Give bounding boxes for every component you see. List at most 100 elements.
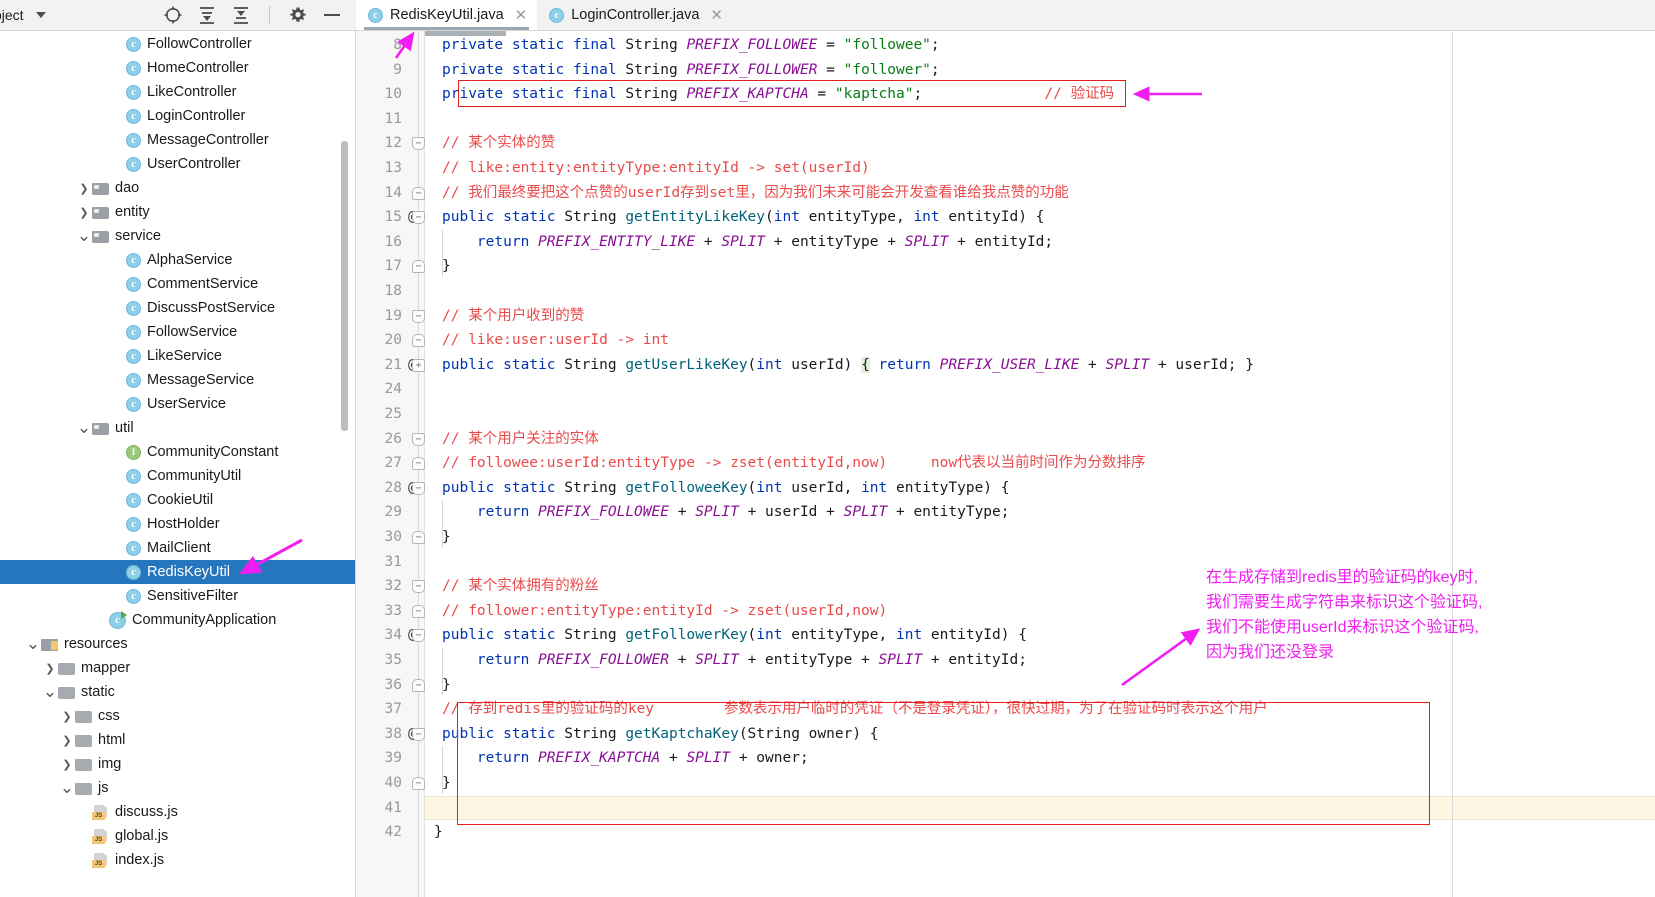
tree-item-css[interactable]: ❯ css <box>0 704 355 728</box>
fold-collapse-icon[interactable]: − <box>412 604 425 618</box>
code-line[interactable]: 40−} <box>356 771 1655 796</box>
tree-item-alphaservice[interactable]: c AlphaService <box>0 248 355 272</box>
tree-item-userservice[interactable]: c UserService <box>0 392 355 416</box>
code-line[interactable]: 8 private static final String PREFIX_FOLL… <box>356 33 1655 58</box>
project-tree-panel[interactable]: c FollowController c HomeController c LikeCon… <box>0 31 356 897</box>
tree-item-commentservice[interactable]: c CommentService <box>0 272 355 296</box>
fold-collapse-icon[interactable]: − <box>412 678 425 692</box>
fold-collapse-icon[interactable]: − <box>412 457 425 471</box>
chevron-down-icon[interactable]: ⌄ <box>76 419 92 436</box>
fold-collapse-icon[interactable]: − <box>412 727 425 741</box>
code-line[interactable]: 31 <box>356 550 1655 575</box>
project-tree[interactable]: c FollowController c HomeController c LikeCon… <box>0 31 355 872</box>
code-line[interactable]: 38@−public static String getKaptchaKey(S… <box>356 722 1655 747</box>
tree-item-followcontroller[interactable]: c FollowController <box>0 32 355 56</box>
tree-item-discusspostservice[interactable]: c DiscussPostService <box>0 296 355 320</box>
tree-item-cookieutil[interactable]: c CookieUtil <box>0 488 355 512</box>
code-line[interactable]: 15@−public static String getEntityLikeKe… <box>356 205 1655 230</box>
close-icon[interactable]: ✕ <box>710 8 723 23</box>
gear-icon[interactable] <box>288 5 308 25</box>
tree-item-communityconstant[interactable]: I CommunityConstant <box>0 440 355 464</box>
collapse-all-icon[interactable] <box>231 5 251 25</box>
minimize-icon[interactable] <box>324 14 340 16</box>
tree-item-entity[interactable]: ❯ entity <box>0 200 355 224</box>
code-line[interactable]: 20− // like:user:userId -> int <box>356 328 1655 353</box>
expand-all-icon[interactable] <box>197 5 217 25</box>
fold-collapse-icon[interactable]: − <box>412 531 425 544</box>
tree-item-messageservice[interactable]: c MessageService <box>0 368 355 392</box>
code-line[interactable]: 35 return PREFIX_FOLLOWER + SPLIT + enti… <box>356 648 1655 673</box>
tree-item-img[interactable]: ❯ img <box>0 752 355 776</box>
editor-code-area[interactable]: 8 private static final String PREFIX_FOLL… <box>356 31 1655 897</box>
editor-tab-LoginController[interactable]: c LoginController.java ✕ <box>537 0 733 30</box>
tree-item-homecontroller[interactable]: c HomeController <box>0 56 355 80</box>
tree-item-service[interactable]: ⌄ service <box>0 224 355 248</box>
tree-item-usercontroller[interactable]: c UserController <box>0 152 355 176</box>
code-line[interactable]: 28@−public static String getFolloweeKey(… <box>356 476 1655 501</box>
tree-item-html[interactable]: ❯ html <box>0 728 355 752</box>
code-line[interactable]: 18 <box>356 279 1655 304</box>
code-line[interactable]: 24 <box>356 377 1655 402</box>
code-line[interactable]: 39 return PREFIX_KAPTCHA + SPLIT + owner… <box>356 746 1655 771</box>
code-line[interactable]: 9 private static final String PREFIX_FOLL… <box>356 58 1655 83</box>
code-editor[interactable]: 8 private static final String PREFIX_FOLL… <box>356 31 1655 897</box>
tree-item-discuss-js[interactable]: discuss.js <box>0 800 355 824</box>
tree-item-communityapplication[interactable]: CommunityApplication <box>0 608 355 632</box>
tree-item-util[interactable]: ⌄ util <box>0 416 355 440</box>
tree-item-global-js[interactable]: global.js <box>0 824 355 848</box>
fold-collapse-icon[interactable]: − <box>412 629 425 643</box>
tree-item-mailclient[interactable]: c MailClient <box>0 536 355 560</box>
tree-item-likecontroller[interactable]: c LikeController <box>0 80 355 104</box>
code-line[interactable]: 32− // 某个实体拥有的粉丝 <box>356 574 1655 599</box>
code-line[interactable]: 30−} <box>356 525 1655 550</box>
code-line[interactable]: 21@+public static String getUserLikeKey(… <box>356 353 1655 378</box>
code-line[interactable]: 11 <box>356 107 1655 132</box>
tree-item-mapper[interactable]: ❯ mapper <box>0 656 355 680</box>
fold-collapse-icon[interactable]: − <box>412 334 425 348</box>
fold-expand-icon[interactable]: + <box>412 358 425 372</box>
code-line[interactable]: 36−} <box>356 673 1655 698</box>
code-line[interactable]: 16 return PREFIX_ENTITY_LIKE + SPLIT + e… <box>356 230 1655 255</box>
tree-item-logincontroller[interactable]: c LoginController <box>0 104 355 128</box>
chevron-right-icon[interactable]: ❯ <box>76 206 92 219</box>
tree-item-communityutil[interactable]: c CommunityUtil <box>0 464 355 488</box>
fold-collapse-icon[interactable]: − <box>412 777 425 790</box>
code-line[interactable]: 17−} <box>356 254 1655 279</box>
chevron-down-icon[interactable]: ⌄ <box>42 683 58 700</box>
fold-collapse-icon[interactable]: − <box>412 211 425 225</box>
chevron-down-icon[interactable]: ⌄ <box>25 635 41 652</box>
fold-collapse-icon[interactable]: − <box>412 580 425 594</box>
code-line[interactable]: 12− // 某个实体的赞 <box>356 131 1655 156</box>
fold-collapse-icon[interactable]: − <box>412 309 425 323</box>
fold-collapse-icon[interactable]: − <box>412 481 425 495</box>
code-line[interactable]: 34@−public static String getFollowerKey(… <box>356 623 1655 648</box>
chevron-right-icon[interactable]: ❯ <box>42 662 58 675</box>
chevron-right-icon[interactable]: ❯ <box>59 734 75 747</box>
chevron-down-icon[interactable]: ⌄ <box>76 227 92 244</box>
tree-item-resources[interactable]: ⌄ resources <box>0 632 355 656</box>
editor-tab-RedisKeyUtil[interactable]: c RedisKeyUtil.java ✕ <box>356 0 538 30</box>
code-line[interactable]: 29 return PREFIX_FOLLOWEE + SPLIT + user… <box>356 500 1655 525</box>
code-line[interactable]: 14− // 我们最终要把这个点赞的userId存到set里，因为我们未来可能会开… <box>356 181 1655 206</box>
code-line[interactable]: 41 <box>356 796 1655 821</box>
code-line[interactable]: 19− // 某个用户收到的赞 <box>356 304 1655 329</box>
code-line[interactable]: 25 <box>356 402 1655 427</box>
tree-item-js[interactable]: ⌄ js <box>0 776 355 800</box>
fold-collapse-icon[interactable]: − <box>412 432 425 446</box>
locate-icon[interactable] <box>163 5 183 25</box>
tree-item-followservice[interactable]: c FollowService <box>0 320 355 344</box>
code-line[interactable]: 33− // follower:entityType:entityId -> zs… <box>356 599 1655 624</box>
chevron-down-icon[interactable]: ⌄ <box>59 779 75 796</box>
tree-item-likeservice[interactable]: c LikeService <box>0 344 355 368</box>
tree-item-dao[interactable]: ❯ dao <box>0 176 355 200</box>
fold-collapse-icon[interactable]: − <box>412 260 425 274</box>
tree-item-static[interactable]: ⌄ static <box>0 680 355 704</box>
chevron-down-icon[interactable] <box>35 12 46 18</box>
close-icon[interactable]: ✕ <box>515 8 528 23</box>
code-line[interactable]: 37 // 存到redis里的验证码的key 参数表示用户临时的凭证（不是登录凭证… <box>356 697 1655 722</box>
chevron-right-icon[interactable]: ❯ <box>59 758 75 771</box>
tree-scrollbar[interactable] <box>341 141 348 431</box>
tree-item-rediskeyutil[interactable]: c RedisKeyUtil <box>0 560 355 584</box>
code-line[interactable]: 26− // 某个用户关注的实体 <box>356 427 1655 452</box>
tree-item-index-js[interactable]: index.js <box>0 848 355 872</box>
